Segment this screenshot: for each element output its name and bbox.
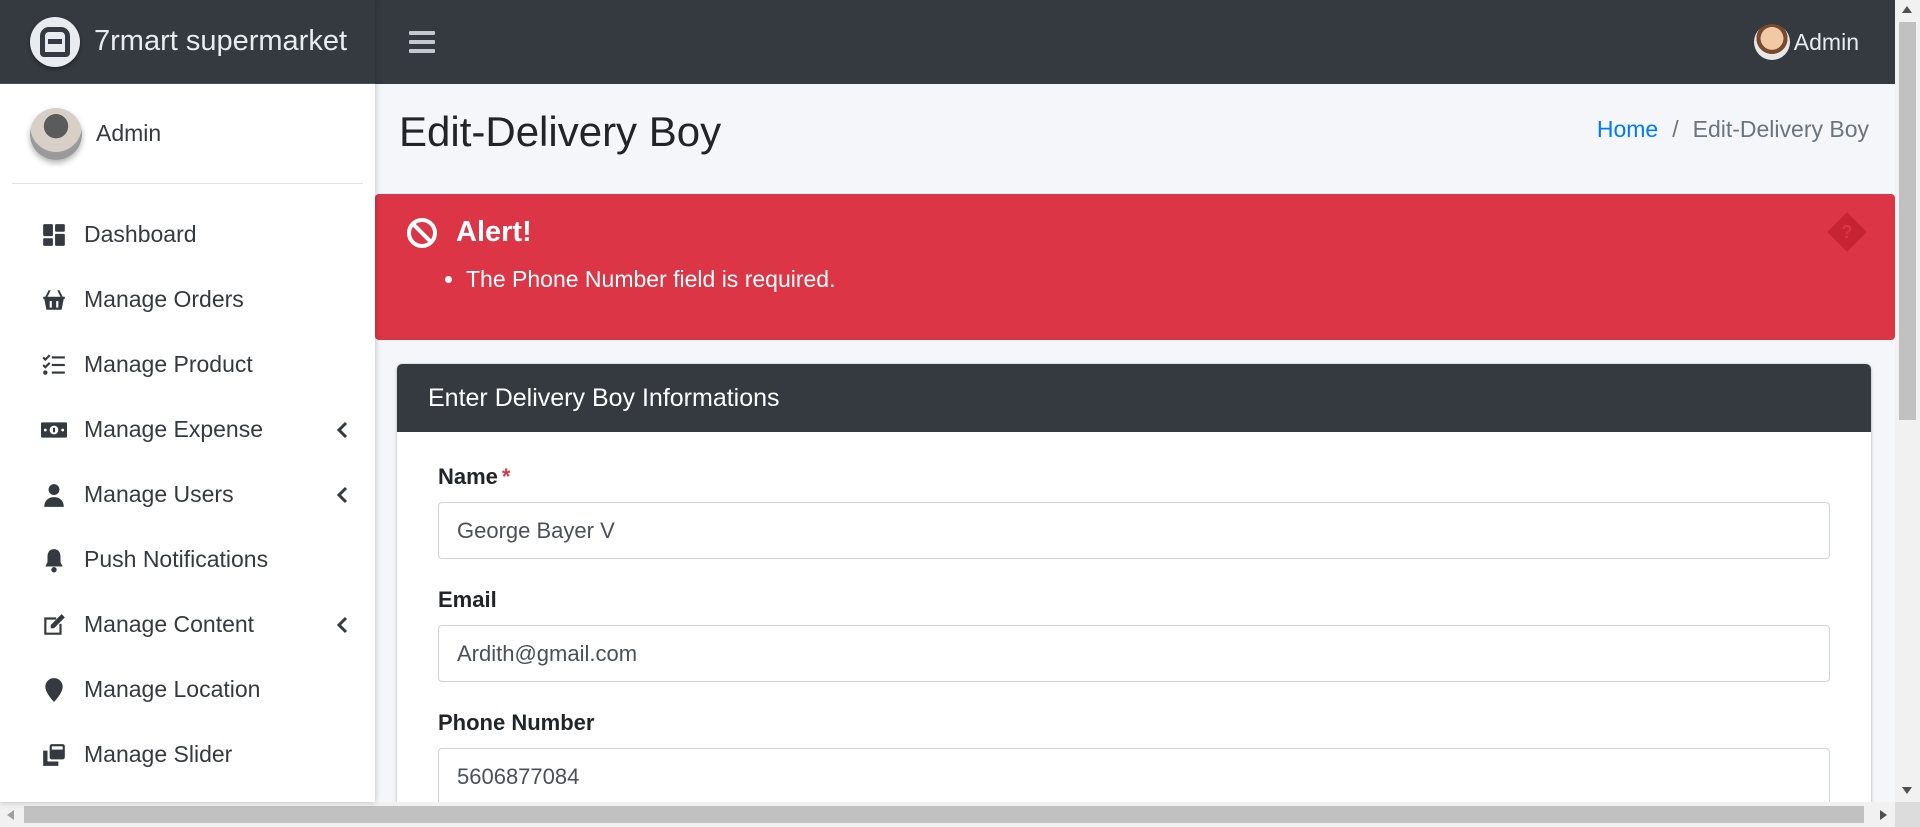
avatar xyxy=(30,107,82,160)
sidebar-item-push-notifications[interactable]: Push Notifications xyxy=(0,527,375,592)
sidebar-item-label: Manage Product xyxy=(84,351,253,377)
clone-icon xyxy=(40,741,68,769)
avatar xyxy=(1753,24,1790,60)
email-label: Email xyxy=(438,587,497,612)
sidebar: 7rmart supermarket Admin Dashboard Manag… xyxy=(0,0,375,802)
scroll-up-arrow-icon[interactable] xyxy=(1902,6,1912,13)
ban-icon xyxy=(407,218,437,248)
brand-logo-icon xyxy=(30,16,80,67)
horizontal-scrollbar[interactable] xyxy=(0,802,1920,827)
breadcrumb-separator: / xyxy=(1672,116,1679,142)
phone-label: Phone Number xyxy=(438,710,595,735)
sidebar-user-name[interactable]: Admin xyxy=(96,120,161,147)
user-icon xyxy=(40,481,68,509)
breadcrumb: Home / Edit-Delivery Boy xyxy=(1597,116,1869,143)
chevron-left-icon xyxy=(335,486,349,504)
horizontal-scroll-thumb[interactable] xyxy=(24,806,1864,823)
sidebar-item-manage-orders[interactable]: Manage Orders xyxy=(0,267,375,332)
card-header: Enter Delivery Boy Informations xyxy=(397,364,1871,432)
help-diamond-icon[interactable]: ? xyxy=(1827,212,1867,252)
map-marker-icon xyxy=(40,676,68,704)
chevron-left-icon xyxy=(335,616,349,634)
sidebar-item-manage-product[interactable]: Manage Product xyxy=(0,332,375,397)
vertical-scroll-thumb[interactable] xyxy=(1899,22,1916,420)
dashboard-icon xyxy=(40,221,68,249)
sidebar-item-manage-slider[interactable]: Manage Slider xyxy=(0,722,375,787)
error-alert: Alert! The Phone Number field is require… xyxy=(375,194,1895,340)
sidebar-item-dashboard[interactable]: Dashboard xyxy=(0,202,375,267)
alert-message: The Phone Number field is required. xyxy=(466,266,835,293)
scrollbar-corner xyxy=(1895,802,1920,827)
card-body: Name* Email Phone Number xyxy=(397,432,1871,802)
sidebar-item-manage-users[interactable]: Manage Users xyxy=(0,462,375,527)
sidebar-item-label: Manage Users xyxy=(84,481,234,507)
phone-group: Phone Number xyxy=(438,710,1830,802)
top-user-menu[interactable]: Admin xyxy=(1753,24,1859,60)
page-title: Edit-Delivery Boy xyxy=(399,108,722,155)
sidebar-item-manage-expense[interactable]: Manage Expense xyxy=(0,397,375,462)
chevron-left-icon xyxy=(335,421,349,439)
scroll-right-arrow-icon[interactable] xyxy=(1880,810,1887,820)
name-label: Name * xyxy=(438,464,511,489)
phone-input[interactable] xyxy=(438,748,1830,802)
sidebar-item-label: Manage Location xyxy=(84,676,261,702)
vertical-scrollbar[interactable] xyxy=(1895,0,1920,802)
tasks-icon xyxy=(40,351,68,379)
alert-title: Alert! xyxy=(456,216,532,248)
top-navbar: Admin xyxy=(375,0,1895,84)
sidebar-nav: Dashboard Manage Orders Manage Product M… xyxy=(0,184,375,787)
sidebar-item-label: Manage Content xyxy=(84,611,255,637)
money-icon xyxy=(40,416,68,444)
sidebar-item-label: Manage Orders xyxy=(84,286,244,312)
edit-icon xyxy=(40,611,68,639)
name-input[interactable] xyxy=(438,502,1830,559)
content-wrapper: Edit-Delivery Boy Home / Edit-Delivery B… xyxy=(375,84,1895,802)
sidebar-item-label: Push Notifications xyxy=(84,546,269,572)
sidebar-item-manage-location[interactable]: Manage Location xyxy=(0,657,375,722)
delivery-boy-form-card: Enter Delivery Boy Informations Name* Em… xyxy=(397,364,1871,802)
scroll-down-arrow-icon[interactable] xyxy=(1902,787,1912,794)
brand-link[interactable]: 7rmart supermarket xyxy=(0,0,375,84)
menu-toggle-icon[interactable] xyxy=(409,31,435,53)
brand-name: 7rmart supermarket xyxy=(94,25,348,57)
sidebar-user-panel[interactable]: Admin xyxy=(12,84,363,184)
sidebar-item-label: Manage Slider xyxy=(84,741,233,767)
required-mark: * xyxy=(501,464,511,489)
bell-icon xyxy=(40,546,68,574)
alert-messages: The Phone Number field is required. xyxy=(466,266,835,293)
breadcrumb-home-link[interactable]: Home xyxy=(1597,116,1658,143)
top-user-name[interactable]: Admin xyxy=(1794,29,1859,56)
sidebar-item-label: Manage Expense xyxy=(84,416,264,442)
name-group: Name * xyxy=(438,464,1830,559)
scroll-left-arrow-icon[interactable] xyxy=(7,810,14,820)
breadcrumb-current: Edit-Delivery Boy xyxy=(1692,116,1869,142)
sidebar-item-label: Dashboard xyxy=(84,221,197,247)
email-group: Email xyxy=(438,587,1830,682)
basket-icon xyxy=(40,286,68,314)
content-header: Edit-Delivery Boy Home / Edit-Delivery B… xyxy=(375,84,1895,194)
sidebar-item-manage-content[interactable]: Manage Content xyxy=(0,592,375,657)
email-input[interactable] xyxy=(438,625,1830,682)
